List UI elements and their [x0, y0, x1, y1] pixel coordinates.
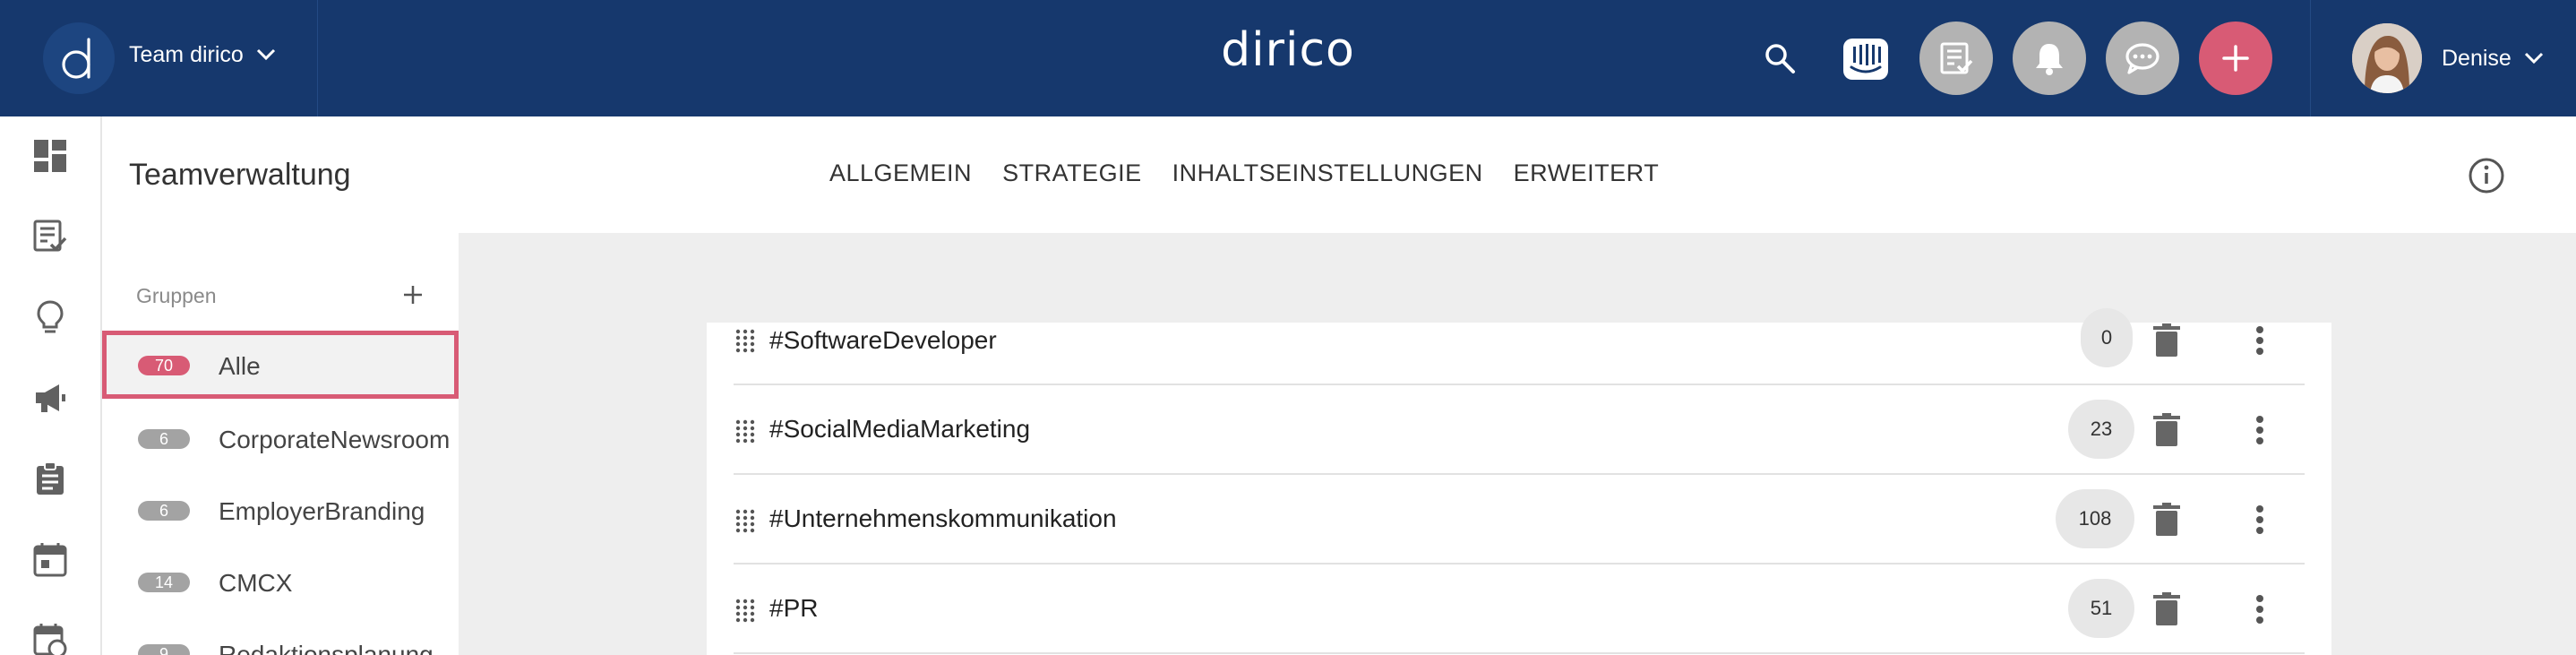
trash-icon[interactable] — [2149, 323, 2185, 358]
campaign-megaphone-icon[interactable] — [30, 378, 70, 418]
more-options-icon[interactable] — [2242, 591, 2278, 627]
page-header: Teamverwaltung ALLGEMEIN STRATEGIE INHAL… — [102, 116, 2576, 233]
bell-icon[interactable] — [2013, 22, 2086, 95]
plus-icon — [2222, 45, 2249, 72]
more-options-icon[interactable] — [2242, 323, 2278, 358]
dirico-logo-icon — [43, 22, 115, 94]
avatar — [2352, 23, 2422, 93]
team-switcher[interactable]: Team dirico — [0, 0, 318, 116]
page-title: Teamverwaltung — [129, 158, 351, 192]
trash-icon[interactable] — [2149, 412, 2185, 448]
drag-handle-icon[interactable] — [734, 328, 757, 353]
group-item-corporatenewsroom[interactable]: 6 CorporateNewsroom — [102, 404, 459, 472]
top-bar: Team dirico dirico Denise — [0, 0, 2576, 116]
trash-icon[interactable] — [2149, 591, 2185, 627]
drafts-icon[interactable] — [1919, 22, 1993, 95]
more-options-icon[interactable] — [2242, 502, 2278, 538]
ideas-lightbulb-icon[interactable] — [30, 297, 70, 337]
tasks-clipboard-icon[interactable] — [30, 459, 70, 498]
chevron-down-icon — [2524, 52, 2543, 65]
group-count-badge: 9 — [138, 644, 190, 655]
tab-erweitert[interactable]: ERWEITERT — [1514, 159, 1660, 187]
hashtag-row[interactable]: #SocialMediaMarketing 23 — [734, 385, 2305, 475]
trash-icon[interactable] — [2149, 502, 2185, 538]
chevron-down-icon — [256, 48, 276, 61]
group-label: Redaktionsplanung — [219, 641, 434, 655]
group-label: Alle — [219, 352, 261, 380]
hashtag-label: #SocialMediaMarketing — [769, 415, 1031, 443]
groups-heading: Gruppen — [136, 284, 217, 307]
schedule-calendar-icon[interactable] — [30, 620, 70, 655]
dashboard-icon[interactable] — [30, 136, 70, 176]
hashtag-count-badge: 0 — [2081, 308, 2133, 367]
hashtag-count-badge: 108 — [2056, 489, 2134, 548]
calendar-icon[interactable] — [30, 539, 70, 579]
groups-panel: Gruppen 70 Alle 6 CorporateNewsroom 6 Em… — [102, 233, 459, 655]
tab-strategie[interactable]: STRATEGIE — [1002, 159, 1142, 187]
drag-handle-icon[interactable] — [734, 508, 757, 533]
hashtag-label: #Unternehmenskommunikation — [769, 504, 1117, 532]
hashtag-row[interactable]: #Unternehmenskommunikation 108 — [734, 475, 2305, 565]
group-label: CorporateNewsroom — [219, 426, 451, 453]
hashtag-count-badge: 51 — [2068, 579, 2134, 638]
user-menu[interactable]: Denise — [2352, 23, 2544, 93]
user-name: Denise — [2442, 45, 2512, 71]
group-count-badge: 14 — [138, 573, 190, 592]
tab-allgemein[interactable]: ALLGEMEIN — [829, 159, 972, 187]
info-icon[interactable] — [2467, 156, 2506, 195]
content-checklist-icon[interactable] — [30, 217, 70, 256]
group-item-alle[interactable]: 70 Alle — [102, 331, 459, 399]
navigation-rail — [0, 116, 102, 655]
group-item-redaktionsplanung[interactable]: 9 Redaktionsplanung — [102, 619, 459, 655]
hashtag-row[interactable]: #SoftwareDeveloper 0 — [734, 308, 2305, 385]
intercom-icon[interactable] — [1843, 39, 1888, 80]
add-button[interactable] — [2199, 22, 2272, 95]
brand-logo: dirico — [1221, 23, 1355, 77]
group-item-cmcx[interactable]: 14 CMCX — [102, 547, 459, 616]
hashtag-list: #SoftwareDeveloper 0 #SocialMediaMarketi… — [707, 308, 2331, 655]
group-item-employerbranding[interactable]: 6 EmployerBranding — [102, 476, 459, 544]
search-icon[interactable] — [1761, 39, 1799, 77]
plus-icon — [404, 286, 422, 304]
tab-inhaltseinstellungen[interactable]: INHALTSEINSTELLUNGEN — [1172, 159, 1483, 187]
team-name: Team dirico — [129, 42, 244, 67]
tab-bar: ALLGEMEIN STRATEGIE INHALTSEINSTELLUNGEN… — [829, 159, 1659, 187]
hashtag-label: #SoftwareDeveloper — [769, 326, 997, 354]
hashtag-count-badge: 23 — [2068, 400, 2134, 459]
chat-icon[interactable] — [2106, 22, 2179, 95]
group-label: EmployerBranding — [219, 497, 425, 525]
drag-handle-icon[interactable] — [734, 598, 757, 623]
group-count-badge: 70 — [138, 356, 190, 375]
more-options-icon[interactable] — [2242, 412, 2278, 448]
hashtag-label: #PR — [769, 594, 819, 622]
group-count-badge: 6 — [138, 501, 190, 521]
group-label: CMCX — [219, 569, 293, 597]
add-group-button[interactable] — [398, 280, 428, 310]
group-count-badge: 6 — [138, 429, 190, 449]
drag-handle-icon[interactable] — [734, 418, 757, 444]
topbar-divider — [2310, 0, 2311, 116]
hashtag-row[interactable]: #PR 51 — [734, 565, 2305, 654]
